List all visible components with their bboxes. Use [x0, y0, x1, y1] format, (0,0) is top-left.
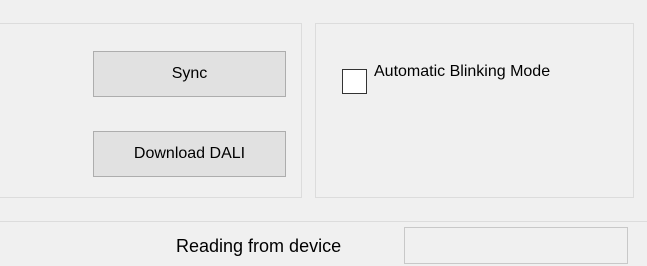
automatic-blinking-checkbox[interactable] [342, 69, 367, 94]
sync-button[interactable]: Sync [93, 51, 286, 97]
options-group-box [315, 23, 634, 198]
automatic-blinking-label: Automatic Blinking Mode [374, 63, 551, 80]
download-dali-button[interactable]: Download DALI [93, 131, 286, 177]
reading-from-device-field [404, 227, 628, 264]
reading-from-device-label: Reading from device [176, 236, 342, 256]
